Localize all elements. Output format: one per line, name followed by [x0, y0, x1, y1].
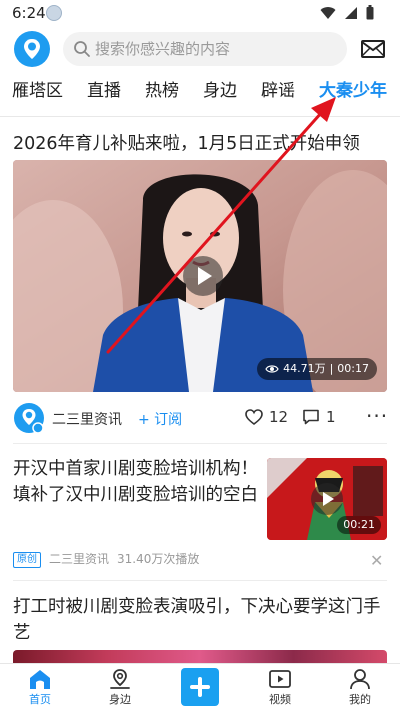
nav-nearby-label: 身边 [109, 693, 131, 706]
more-options-icon[interactable]: ··· [366, 404, 388, 428]
nav-home-label: 首页 [29, 693, 51, 706]
tab-yanta[interactable]: 雁塔区 [12, 76, 63, 101]
tabs-divider [0, 116, 400, 117]
mail-icon[interactable] [360, 37, 386, 61]
tab-live[interactable]: 直播 [87, 76, 121, 101]
author-avatar[interactable] [13, 402, 45, 434]
location-pin-logo-icon[interactable] [14, 31, 50, 67]
video-views-duration: 44.71万 | 00:17 [257, 358, 377, 380]
battery-icon [366, 5, 374, 20]
row-divider [13, 580, 387, 581]
article-meta: 原创 二三里资讯 31.40万次播放 [13, 550, 393, 568]
nav-home[interactable]: 首页 [10, 666, 70, 710]
original-badge: 原创 [13, 552, 41, 568]
app-header [0, 28, 400, 72]
nav-profile-label: 我的 [349, 693, 371, 706]
article-title[interactable]: 开汉中首家川剧变脸培训机构！填补了汉中川剧变脸培训的空白 [13, 456, 259, 508]
article-play-button[interactable] [311, 483, 343, 515]
home-icon [30, 670, 50, 689]
subscribe-button[interactable]: + 订阅 [138, 409, 182, 429]
dismiss-close-icon[interactable]: ✕ [370, 551, 383, 570]
comment-icon [303, 409, 319, 425]
featured-play-button[interactable] [183, 256, 223, 296]
like-button[interactable]: 12 [245, 408, 288, 426]
wifi-icon [320, 6, 336, 19]
eye-icon [265, 365, 279, 373]
meta-separator: | [329, 362, 334, 375]
nav-video[interactable]: 视频 [250, 666, 310, 710]
nav-nearby[interactable]: 身边 [90, 666, 150, 710]
nav-profile[interactable]: 我的 [330, 666, 390, 710]
bottom-navigation: 首页 身边 视频 我的 [0, 663, 400, 711]
tab-daqin-youth[interactable]: 大秦少年 [319, 76, 387, 101]
featured-video-thumbnail[interactable]: 44.71万 | 00:17 [13, 160, 387, 392]
article-title[interactable]: 打工时被川剧变脸表演吸引，下决心要学这门手艺 [13, 594, 387, 646]
author-name[interactable]: 二三里资讯 [52, 409, 122, 429]
article-play-count: 31.40万次播放 [117, 552, 200, 566]
nearby-pin-icon [110, 669, 130, 689]
signal-icon [345, 6, 357, 19]
nav-video-label: 视频 [269, 693, 291, 706]
comment-count: 1 [326, 408, 336, 426]
search-input[interactable] [95, 32, 335, 66]
tab-rumor-debunk[interactable]: 辟谣 [261, 76, 295, 101]
publish-plus-icon[interactable] [181, 668, 219, 706]
article-source[interactable]: 二三里资讯 [49, 552, 109, 566]
article-video-thumbnail[interactable]: 00:21 [267, 458, 387, 540]
article-video-duration: 00:21 [337, 516, 381, 534]
status-time: 6:24 [12, 4, 46, 22]
channel-tabs: 雁塔区 直播 热榜 身边 辟谣 大秦少年 [0, 76, 400, 108]
heart-icon [245, 409, 263, 425]
search-bar[interactable] [63, 32, 347, 66]
video-view-count: 44.71万 [283, 362, 326, 375]
row-divider [13, 443, 387, 444]
status-bar: 6:24 [0, 0, 400, 26]
like-count: 12 [269, 408, 289, 426]
featured-author-row: 二三里资讯 + 订阅 12 1 ··· [0, 400, 400, 436]
comment-button[interactable]: 1 [302, 408, 336, 426]
profile-icon [350, 669, 370, 690]
search-icon [74, 41, 90, 57]
user-status-icon [46, 5, 62, 21]
status-icons [320, 5, 374, 20]
video-icon [269, 670, 291, 688]
tab-hot-list[interactable]: 热榜 [145, 76, 179, 101]
tab-nearby[interactable]: 身边 [203, 76, 237, 101]
video-duration: 00:17 [337, 362, 369, 375]
featured-article-title[interactable]: 2026年育儿补贴来啦，1月5日正式开始申领 [13, 130, 393, 155]
